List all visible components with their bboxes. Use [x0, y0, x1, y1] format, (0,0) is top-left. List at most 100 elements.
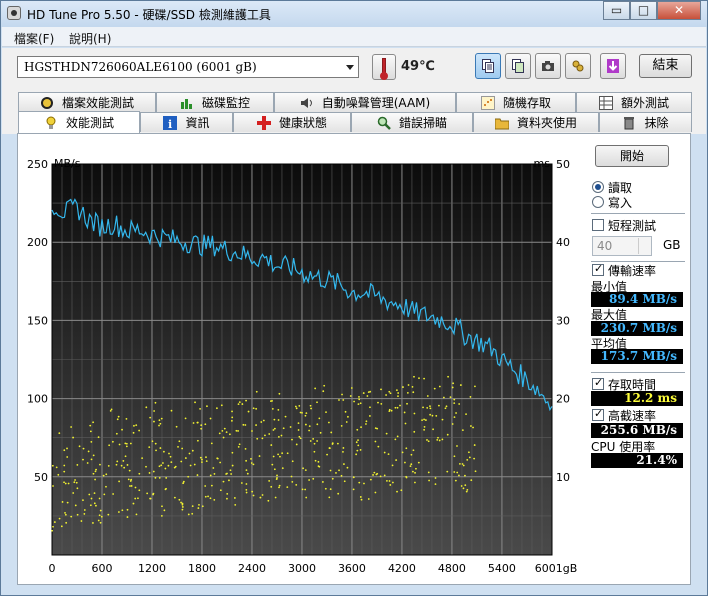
access-time-point — [458, 462, 461, 465]
access-time-point — [358, 481, 361, 484]
access-time-point — [380, 388, 382, 391]
access-time-point — [386, 479, 388, 482]
tools-icon — [572, 60, 584, 72]
screenshot-button[interactable] — [535, 53, 561, 79]
access-time-point — [245, 469, 248, 471]
options-button[interactable] — [565, 53, 591, 79]
access-time-point — [65, 521, 68, 524]
access-time-point — [219, 489, 222, 492]
access-time-point — [336, 442, 339, 445]
access-time-point — [196, 474, 199, 476]
minimize-button[interactable]: ▭ — [603, 1, 630, 20]
tab-extra-tests[interactable]: 額外測試 — [576, 92, 692, 112]
access-time-point — [107, 513, 110, 516]
access-time-point — [404, 422, 407, 425]
access-time-point — [318, 465, 321, 468]
access-time-point — [347, 415, 349, 418]
stepper-up-icon[interactable] — [638, 238, 650, 246]
access-time-point — [125, 418, 128, 420]
access-time-point — [465, 413, 467, 416]
read-radio[interactable] — [592, 181, 604, 193]
access-time-point — [252, 494, 255, 497]
speaker-icon — [300, 96, 314, 110]
min-value: 89.4 MB/s — [591, 292, 683, 307]
access-time-checkbox[interactable] — [592, 376, 604, 390]
access-time-point — [458, 474, 460, 477]
access-time-point — [128, 469, 131, 472]
temperature-readout: 49℃ — [401, 59, 435, 74]
access-time-point — [453, 402, 456, 405]
menu-file[interactable]: 檔案(F) — [14, 30, 54, 47]
access-time-point — [60, 525, 63, 528]
save-button[interactable] — [600, 53, 626, 79]
access-time-point — [460, 485, 463, 487]
tab-label: 自動噪聲管理(AAM) — [321, 96, 431, 110]
access-time-point — [221, 429, 224, 432]
x-tick-label: 4200 — [388, 562, 416, 575]
access-time-point — [316, 423, 319, 426]
tab-random-access[interactable]: 隨機存取 — [456, 92, 576, 112]
tab-erase[interactable]: 抹除 — [599, 112, 692, 132]
tab-file-benchmark[interactable]: 檔案效能測試 — [18, 92, 156, 112]
access-time-point — [216, 457, 219, 460]
tab-aam[interactable]: 自動噪聲管理(AAM) — [274, 92, 456, 112]
tab-info[interactable]: i 資訊 — [140, 112, 233, 132]
size-stepper[interactable]: 40 — [592, 236, 652, 256]
tab-benchmark[interactable]: 效能測試 — [18, 111, 140, 133]
access-time-point — [446, 433, 449, 436]
access-time-point — [410, 463, 413, 466]
access-time-point — [362, 392, 365, 394]
access-time-point — [326, 453, 328, 456]
transfer-rate-checkbox[interactable] — [592, 262, 604, 276]
tab-error-scan[interactable]: 錯誤掃瞄 — [351, 112, 473, 132]
access-time-point — [262, 419, 265, 422]
access-time-point — [429, 405, 431, 408]
access-time-point — [422, 406, 424, 409]
access-time-point — [355, 453, 358, 456]
access-time-point — [282, 427, 285, 430]
exit-button[interactable]: 結束 — [639, 54, 692, 78]
access-time-point — [191, 505, 194, 508]
access-time-point — [141, 457, 144, 460]
access-time-point — [404, 461, 406, 464]
stepper-down-icon[interactable] — [638, 246, 650, 254]
access-time-point — [385, 394, 387, 396]
access-time-point — [397, 395, 399, 397]
access-time-point — [298, 435, 301, 438]
chevron-down-icon — [346, 65, 354, 70]
window-controls: ▭ □ ✕ — [603, 1, 701, 21]
close-button[interactable]: ✕ — [657, 1, 701, 20]
access-time-point — [245, 491, 248, 494]
access-time-point — [305, 496, 308, 499]
access-time-point — [199, 407, 201, 410]
tab-disk-monitor[interactable]: 磁碟監控 — [156, 92, 274, 112]
access-time-point — [360, 498, 363, 501]
copy-screenshot-button[interactable] — [505, 53, 531, 79]
access-time-point — [377, 445, 380, 448]
menu-help[interactable]: 說明(H) — [69, 30, 111, 47]
access-time-point — [278, 484, 281, 487]
short-test-checkbox[interactable] — [592, 219, 604, 231]
access-time-point — [213, 498, 216, 501]
write-radio[interactable] — [592, 196, 604, 208]
access-time-point — [413, 430, 416, 433]
access-time-point — [388, 390, 391, 393]
maximize-button[interactable]: □ — [630, 1, 657, 20]
access-time-point — [458, 403, 461, 405]
access-time-point — [396, 406, 399, 409]
burst-rate-checkbox[interactable] — [592, 407, 604, 421]
access-time-point — [367, 498, 370, 500]
access-time-point — [78, 445, 81, 448]
tab-label: 健康狀態 — [278, 116, 327, 130]
access-time-point — [204, 495, 207, 498]
drive-select[interactable]: HGSTHDN726060ALE6100 (6001 gB) — [17, 56, 359, 78]
access-time-point — [92, 421, 95, 424]
start-button[interactable]: 開始 — [595, 145, 669, 167]
copy-image-icon — [512, 59, 524, 73]
access-time-point — [277, 408, 280, 411]
copy-text-button[interactable] — [475, 53, 501, 79]
tab-folder-usage[interactable]: 資料夾使用 — [473, 112, 599, 132]
access-time-point — [134, 497, 137, 500]
access-time-point — [473, 444, 476, 446]
tab-health[interactable]: 健康狀態 — [233, 112, 351, 132]
